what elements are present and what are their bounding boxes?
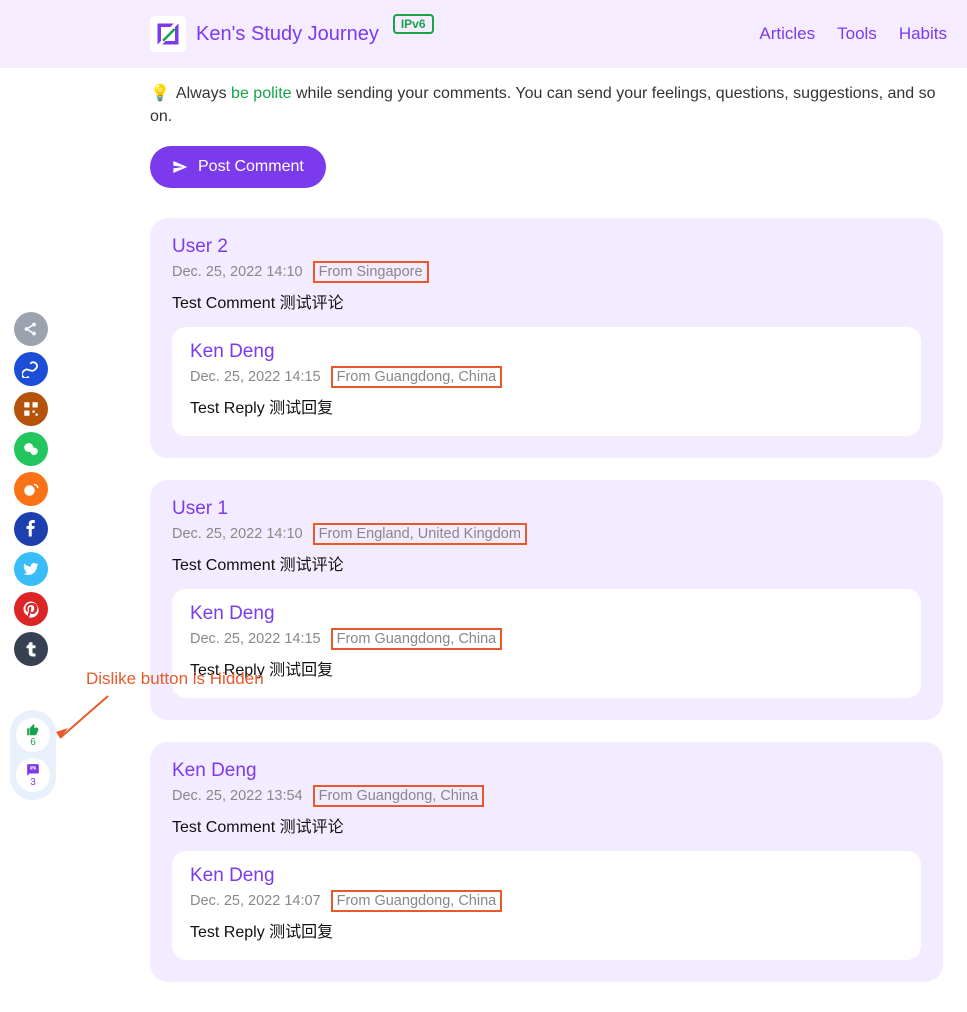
- post-comment-button[interactable]: Post Comment: [150, 146, 326, 188]
- comments-list: User 2 Dec. 25, 2022 14:10 From Singapore T…: [150, 218, 943, 982]
- qr-icon: [22, 400, 40, 418]
- reply-date: Dec. 25, 2022 14:15: [190, 369, 321, 385]
- facebook-icon: [22, 520, 40, 538]
- comment-user[interactable]: User 1: [172, 498, 921, 520]
- comment-meta: Dec. 25, 2022 13:54 From Guangdong, China: [172, 785, 921, 807]
- comment-body: Test Comment 测试评论: [172, 813, 921, 837]
- comment-date: Dec. 25, 2022 14:10: [172, 526, 303, 542]
- like-button[interactable]: 6: [16, 718, 50, 752]
- comment-meta: Dec. 25, 2022 14:10 From Singapore: [172, 261, 921, 283]
- comment-user[interactable]: Ken Deng: [172, 760, 921, 782]
- logo-icon: [150, 16, 186, 52]
- share-sidebar: [14, 312, 48, 666]
- reply-location: From Guangdong, China: [331, 890, 503, 912]
- reply-user[interactable]: Ken Deng: [190, 603, 903, 625]
- comments-count: 3: [30, 778, 36, 788]
- facebook-button[interactable]: [14, 512, 48, 546]
- link-button[interactable]: [14, 352, 48, 386]
- reply-location: From Guangdong, China: [331, 628, 503, 650]
- tumblr-button[interactable]: [14, 632, 48, 666]
- reply-date: Dec. 25, 2022 14:07: [190, 893, 321, 909]
- share-icon: [22, 320, 40, 338]
- reply-card: Ken Deng Dec. 25, 2022 14:07 From Guangdon…: [172, 851, 921, 960]
- like-count: 6: [30, 738, 36, 748]
- wechat-icon: [22, 440, 40, 458]
- comment-date: Dec. 25, 2022 13:54: [172, 788, 303, 804]
- paper-plane-icon: [172, 159, 188, 175]
- comment-body: Test Comment 测试评论: [172, 289, 921, 313]
- comment-icon: [26, 763, 40, 777]
- comment-meta: Dec. 25, 2022 14:10 From England, United …: [172, 523, 921, 545]
- site-title: Ken's Study Journey: [196, 23, 379, 46]
- twitter-icon: [22, 560, 40, 578]
- pinterest-button[interactable]: [14, 592, 48, 626]
- reply-user[interactable]: Ken Deng: [190, 865, 903, 887]
- lightbulb-icon: 💡: [150, 85, 170, 102]
- ipv6-badge: IPv6: [393, 14, 434, 34]
- reply-meta: Dec. 25, 2022 14:15 From Guangdong, China: [190, 366, 903, 388]
- comment-location: From Guangdong, China: [313, 785, 485, 807]
- comment-card: User 1 Dec. 25, 2022 14:10 From England, U…: [150, 480, 943, 720]
- main-content: 💡Always be polite while sending your com…: [0, 68, 967, 1012]
- link-icon: [22, 360, 40, 378]
- pinterest-icon: [22, 600, 40, 618]
- reply-body: Test Reply 测试回复: [190, 656, 903, 680]
- reply-date: Dec. 25, 2022 14:15: [190, 631, 321, 647]
- comments-count-button[interactable]: 3: [16, 758, 50, 792]
- reply-body: Test Reply 测试回复: [190, 918, 903, 942]
- qr-button[interactable]: [14, 392, 48, 426]
- nav-habits[interactable]: Habits: [899, 24, 947, 44]
- weibo-button[interactable]: [14, 472, 48, 506]
- wechat-button[interactable]: [14, 432, 48, 466]
- thumbs-up-icon: [26, 723, 40, 737]
- comment-card: Ken Deng Dec. 25, 2022 13:54 From Guangdon…: [150, 742, 943, 982]
- hint-text: 💡Always be polite while sending your com…: [150, 82, 943, 128]
- comment-location: From England, United Kingdom: [313, 523, 527, 545]
- comment-body: Test Comment 测试评论: [172, 551, 921, 575]
- reply-card: Ken Deng Dec. 25, 2022 14:15 From Guangdon…: [172, 327, 921, 436]
- nav-tools[interactable]: Tools: [837, 24, 877, 44]
- twitter-button[interactable]: [14, 552, 48, 586]
- main-nav: Articles Tools Habits: [759, 24, 947, 44]
- hint-polite[interactable]: be polite: [231, 85, 292, 102]
- header-bar: Ken's Study Journey IPv6 Articles Tools …: [0, 0, 967, 68]
- weibo-icon: [22, 480, 40, 498]
- nav-articles[interactable]: Articles: [759, 24, 815, 44]
- reply-user[interactable]: Ken Deng: [190, 341, 903, 363]
- brand[interactable]: Ken's Study Journey IPv6: [150, 16, 434, 52]
- share-button[interactable]: [14, 312, 48, 346]
- post-comment-label: Post Comment: [198, 158, 304, 176]
- comment-card: User 2 Dec. 25, 2022 14:10 From Singapore T…: [150, 218, 943, 458]
- reply-body: Test Reply 测试回复: [190, 394, 903, 418]
- reply-meta: Dec. 25, 2022 14:07 From Guangdong, China: [190, 890, 903, 912]
- comment-location: From Singapore: [313, 261, 429, 283]
- reply-location: From Guangdong, China: [331, 366, 503, 388]
- comment-user[interactable]: User 2: [172, 236, 921, 258]
- annotation-arrow-icon: [48, 690, 118, 750]
- reply-meta: Dec. 25, 2022 14:15 From Guangdong, China: [190, 628, 903, 650]
- hint-prefix: Always: [176, 85, 231, 102]
- comment-date: Dec. 25, 2022 14:10: [172, 264, 303, 280]
- annotation-label: Dislike button is Hidden: [86, 669, 264, 689]
- tumblr-icon: [22, 640, 40, 658]
- reply-card: Ken Deng Dec. 25, 2022 14:15 From Guangdon…: [172, 589, 921, 698]
